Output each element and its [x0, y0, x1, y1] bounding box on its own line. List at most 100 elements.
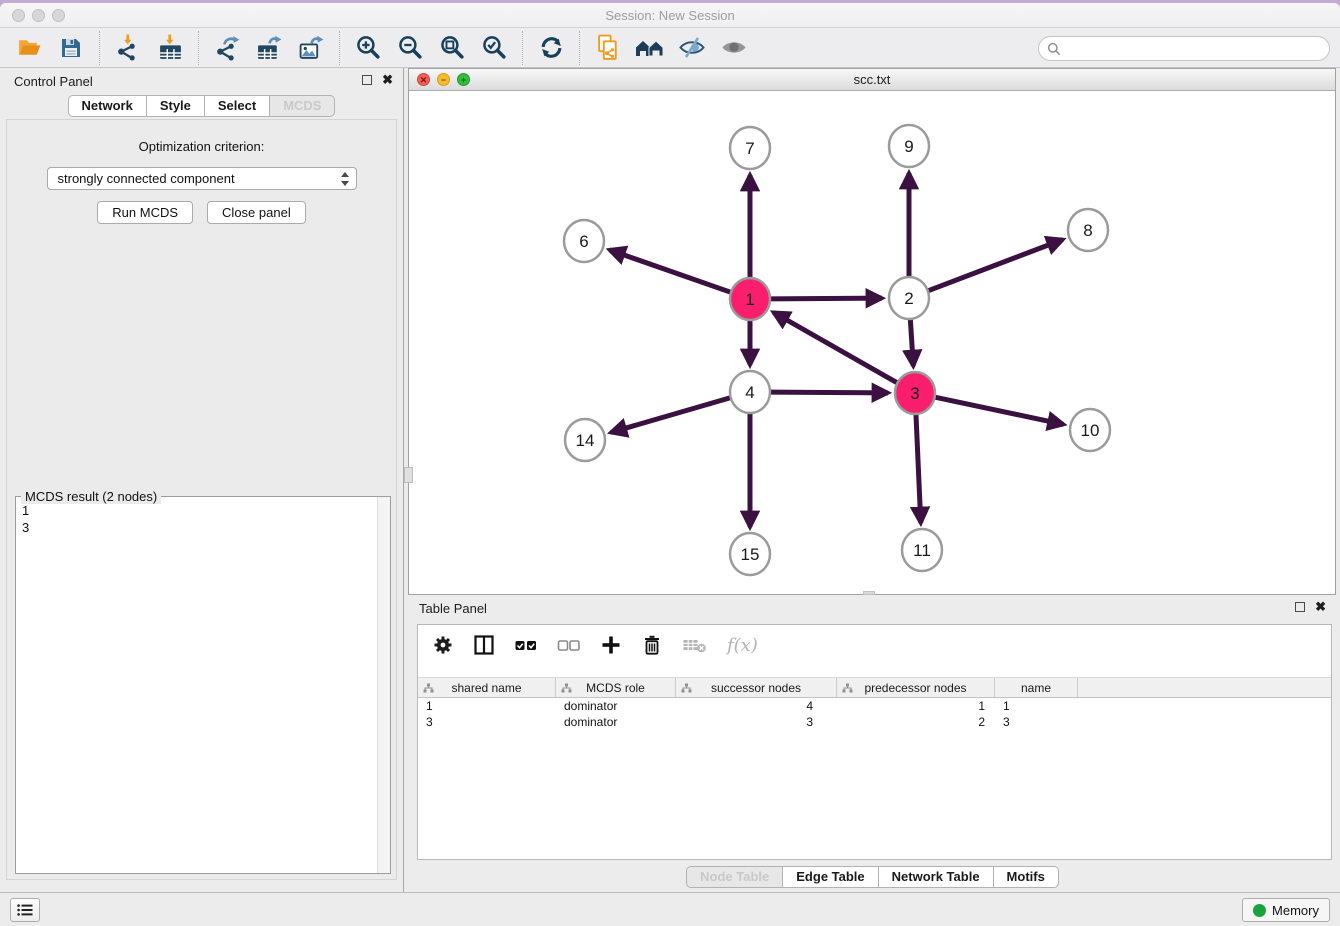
graph-edge-4-14[interactable] [611, 398, 730, 433]
save-session-icon[interactable] [56, 33, 86, 63]
network-window-titlebar[interactable]: ✕ − + scc.txt [409, 69, 1335, 91]
graph-node-9[interactable]: 9 [889, 125, 929, 167]
show-graphics-details-icon[interactable] [719, 33, 749, 63]
control-tab-select[interactable]: Select [205, 95, 270, 117]
table-cell[interactable]: 1 [837, 698, 995, 714]
control-tab-mcds[interactable]: MCDS [270, 95, 335, 117]
search-input[interactable] [1061, 40, 1329, 57]
main-titlebar: Session: New Session [0, 3, 1340, 28]
node-table-header: shared nameMCDS rolesuccessor nodesprede… [418, 677, 1331, 698]
graph-edge-1-2[interactable] [771, 298, 882, 299]
graph-node-1[interactable]: 1 [730, 278, 770, 320]
table-cell[interactable]: 2 [837, 714, 995, 730]
table-tab-node-table[interactable]: Node Table [686, 866, 783, 888]
search-field[interactable] [1038, 36, 1330, 61]
tree-hierarchy-icon [842, 683, 853, 697]
zoom-selected-icon[interactable] [479, 33, 509, 63]
task-history-button[interactable] [10, 898, 40, 922]
table-tab-edge-table[interactable]: Edge Table [783, 866, 878, 888]
mcds-panel: Optimization criterion: strongly connect… [6, 119, 397, 880]
column-header-name[interactable]: name [995, 678, 1078, 697]
select-all-columns-icon[interactable] [514, 634, 538, 656]
run-mcds-button[interactable]: Run MCDS [97, 201, 193, 224]
criterion-dropdown-value: strongly connected component [58, 171, 340, 186]
zoom-in-icon[interactable] [353, 33, 383, 63]
graph-edge-2-8[interactable] [929, 240, 1063, 291]
float-panel-icon[interactable] [362, 75, 372, 85]
table-options-gear-icon[interactable] [432, 634, 454, 656]
fit-content-icon[interactable] [437, 33, 467, 63]
svg-text:14: 14 [576, 431, 595, 450]
graph-node-10[interactable]: 10 [1070, 409, 1110, 451]
ndex-houses-icon[interactable] [635, 33, 665, 63]
apply-layout-icon[interactable] [536, 33, 566, 63]
vertical-splitter-handle[interactable] [404, 467, 413, 483]
column-header-MCDS-role[interactable]: MCDS role [556, 678, 676, 697]
network-canvas[interactable]: 1 2 3 4 6 7 8 9 10 11 14 15 [409, 91, 1335, 594]
criterion-dropdown[interactable]: strongly connected component [47, 167, 357, 190]
search-icon [1047, 42, 1061, 56]
table-cell[interactable]: 3 [995, 714, 1078, 730]
column-header-successor-nodes[interactable]: successor nodes [676, 678, 837, 697]
delete-columns-trash-icon[interactable] [641, 634, 663, 656]
close-table-panel-icon[interactable]: ✖ [1315, 601, 1326, 613]
table-cell[interactable]: dominator [556, 714, 676, 730]
close-panel-icon[interactable]: ✖ [382, 74, 393, 86]
table-tab-motifs[interactable]: Motifs [994, 866, 1059, 888]
open-session-icon[interactable] [14, 33, 44, 63]
svg-text:7: 7 [745, 139, 754, 158]
graph-node-7[interactable]: 7 [730, 127, 770, 169]
export-image-icon[interactable] [296, 33, 326, 63]
control-panel-header: Control Panel ✖ [0, 68, 403, 95]
graph-node-3[interactable]: 3 [895, 372, 935, 414]
deselect-all-columns-icon[interactable] [557, 634, 581, 656]
column-header-predecessor-nodes[interactable]: predecessor nodes [837, 678, 995, 697]
control-tab-style[interactable]: Style [147, 95, 205, 117]
column-header-shared-name[interactable]: shared name [418, 678, 556, 697]
graph-node-11[interactable]: 11 [902, 529, 942, 571]
node-table-container: f(x) shared nameMCDS rolesuccessor nodes… [417, 624, 1332, 860]
table-cell[interactable]: 3 [676, 714, 837, 730]
svg-text:6: 6 [579, 232, 588, 251]
table-tab-network-table[interactable]: Network Table [879, 866, 994, 888]
graph-edge-2-3[interactable] [910, 319, 913, 366]
graph-node-8[interactable]: 8 [1068, 209, 1108, 251]
hide-graphics-details-icon[interactable] [677, 33, 707, 63]
table-cell[interactable]: 3 [418, 714, 556, 730]
copy-style-icon[interactable] [593, 33, 623, 63]
graph-node-4[interactable]: 4 [730, 371, 770, 413]
graph-node-15[interactable]: 15 [730, 533, 770, 575]
graph-edge-3-1[interactable] [773, 312, 896, 382]
mcds-result-scrollbar[interactable] [377, 497, 390, 873]
graph-edge-4-3[interactable] [771, 392, 888, 393]
memory-button[interactable]: Memory [1242, 898, 1330, 922]
network-title: scc.txt [409, 69, 1335, 91]
control-tab-network[interactable]: Network [68, 95, 147, 117]
table-cell[interactable]: 1 [418, 698, 556, 714]
import-network-icon[interactable] [113, 33, 143, 63]
table-cell[interactable]: 4 [676, 698, 837, 714]
graph-node-6[interactable]: 6 [564, 220, 604, 262]
export-network-icon[interactable] [212, 33, 242, 63]
import-table-icon[interactable] [155, 33, 185, 63]
export-table-icon[interactable] [254, 33, 284, 63]
show-column-panel-icon[interactable] [473, 634, 495, 656]
table-cell[interactable]: dominator [556, 698, 676, 714]
table-cell[interactable]: 1 [995, 698, 1078, 714]
close-panel-button[interactable]: Close panel [207, 201, 306, 224]
graph-edge-3-11[interactable] [916, 414, 921, 523]
table-toolbar: f(x) [418, 625, 1331, 665]
graph-node-2[interactable]: 2 [889, 277, 929, 319]
toolbar-separator [99, 31, 100, 65]
zoom-out-icon[interactable] [395, 33, 425, 63]
float-table-panel-icon[interactable] [1295, 602, 1305, 612]
right-column: ✕ − + scc.txt 1234678910111415 Table Pan… [405, 68, 1340, 892]
table-row[interactable]: 1dominator411 [418, 698, 1331, 714]
graph-node-14[interactable]: 14 [565, 419, 605, 461]
toolbar-separator [522, 31, 523, 65]
graph-edge-1-6[interactable] [609, 250, 730, 292]
control-panel: Control Panel ✖ NetworkStyleSelectMCDS O… [0, 68, 404, 892]
graph-edge-3-10[interactable] [936, 397, 1064, 424]
create-column-plus-icon[interactable] [600, 634, 622, 656]
table-row[interactable]: 3dominator323 [418, 714, 1331, 730]
